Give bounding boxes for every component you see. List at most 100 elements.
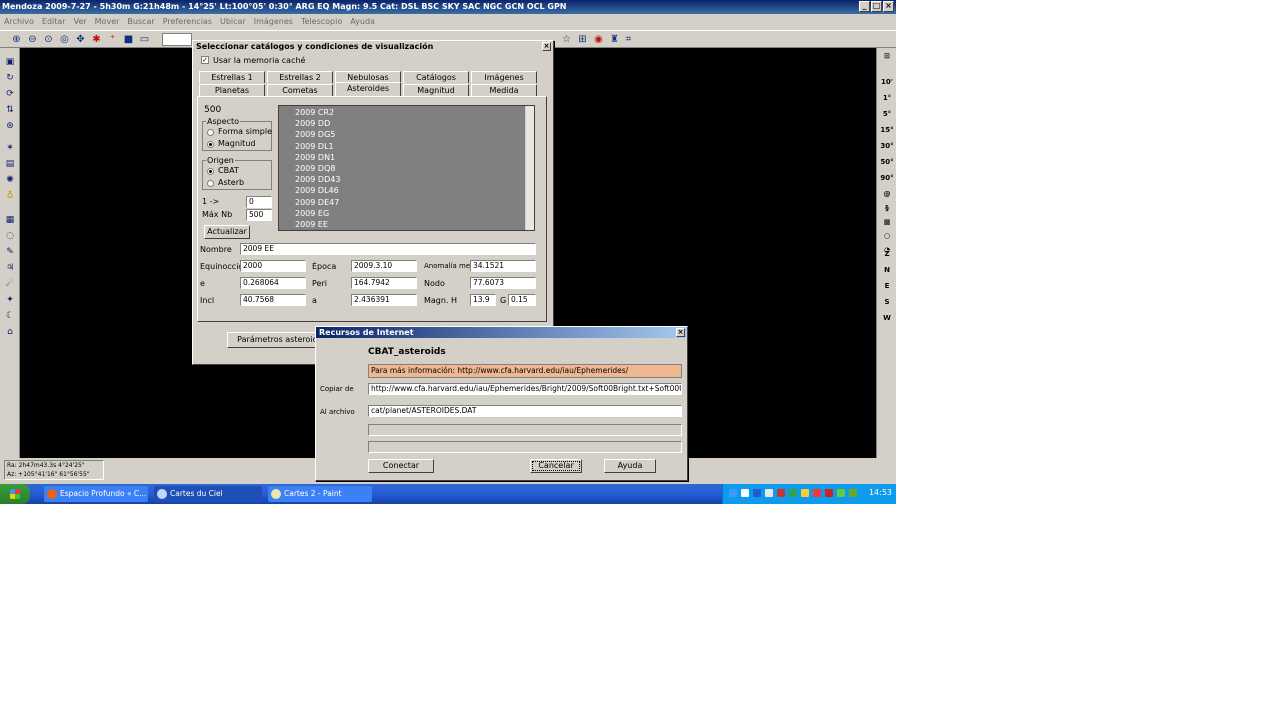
- e-input[interactable]: 0.268064: [240, 277, 306, 289]
- asteroid-list-item[interactable]: 2009 EG: [279, 208, 534, 219]
- aspect-simple-radio[interactable]: [207, 129, 214, 136]
- origin-cbat-radio[interactable]: [207, 168, 214, 175]
- menu-ubicar[interactable]: Ubicar: [220, 17, 246, 27]
- chart-icon[interactable]: ▣: [4, 56, 16, 68]
- tab-estrellas-1[interactable]: Estrellas 1: [199, 71, 265, 83]
- asteroid-list-item[interactable]: 2009 DL1: [279, 141, 534, 152]
- zoom-out-icon[interactable]: ⊖: [26, 33, 39, 46]
- close-button[interactable]: ×: [883, 1, 894, 12]
- task-espacio-profundo[interactable]: Espacio Profundo « C...: [44, 486, 148, 502]
- max-input[interactable]: 500: [246, 209, 272, 221]
- menu-editar[interactable]: Editar: [42, 17, 66, 27]
- cancel-button[interactable]: Cancelar: [530, 459, 582, 473]
- swirl-icon[interactable]: §: [877, 204, 896, 212]
- device-icon[interactable]: [765, 489, 773, 497]
- tab-magnitud[interactable]: Magnitud: [403, 84, 469, 96]
- equinox-input[interactable]: 2000: [240, 260, 306, 272]
- asteroid-list-item[interactable]: 2009 DN1: [279, 152, 534, 163]
- asteroid-list-scrollbar[interactable]: [525, 106, 534, 230]
- asteroid-list-item[interactable]: 2009 DD43: [279, 174, 534, 185]
- bulb-icon[interactable]: ♁: [4, 190, 16, 202]
- help-button[interactable]: Ayuda: [604, 459, 656, 473]
- minimize-button[interactable]: _: [859, 1, 870, 12]
- brush-icon[interactable]: ✎: [4, 246, 16, 258]
- asteroid-list-item[interactable]: 2009 DE47: [279, 197, 534, 208]
- asteroid-list-item[interactable]: 2009 DQ8: [279, 163, 534, 174]
- security-icon[interactable]: [813, 489, 821, 497]
- tab-cometas[interactable]: Cometas: [267, 84, 333, 96]
- constellation-icon[interactable]: ✶: [4, 142, 16, 154]
- menu-imagenes[interactable]: Imágenes: [254, 17, 293, 27]
- zoom-field-icon[interactable]: ⊙: [42, 33, 55, 46]
- comet-icon[interactable]: ☄: [4, 278, 16, 290]
- tab-medida[interactable]: Medida: [471, 84, 537, 96]
- nebula-icon[interactable]: ✺: [4, 174, 16, 186]
- moon-icon[interactable]: ☾: [4, 310, 16, 322]
- rotate-icon[interactable]: ↻: [4, 72, 16, 84]
- asteroid-list[interactable]: 2009 CR2 2009 DD 2009 DG5 2009 DL1 2009 DN1 2…: [278, 105, 535, 231]
- equatorial-icon[interactable]: ⊛: [4, 120, 16, 132]
- from-input[interactable]: 0: [246, 196, 272, 208]
- asteroid-list-item[interactable]: 2009 CR2: [279, 107, 534, 118]
- a-input[interactable]: 2.436391: [351, 294, 417, 306]
- catalog-close-button[interactable]: ×: [542, 42, 551, 51]
- task-cartes-du-ciel[interactable]: Cartes du Ciel: [154, 486, 262, 502]
- asteroid-list-item[interactable]: 2009 DL46: [279, 185, 534, 196]
- menu-telescopio[interactable]: Telescopio: [301, 17, 342, 27]
- name-input[interactable]: 2009 EE: [240, 243, 536, 255]
- page-icon[interactable]: ▭: [138, 33, 151, 46]
- calendar-icon[interactable]: ⌗: [622, 33, 635, 46]
- epoch-input[interactable]: 2009.3.10: [351, 260, 417, 272]
- connect-button[interactable]: Conectar: [368, 459, 434, 473]
- tab-asteroides[interactable]: Asteroides: [335, 82, 401, 96]
- anomaly-input[interactable]: 34.1521: [470, 260, 536, 272]
- grid-view-icon[interactable]: ▩: [877, 218, 896, 226]
- source-url-input[interactable]: http://www.cfa.harvard.edu/iau/Ephemerid…: [368, 383, 682, 395]
- task-paint[interactable]: Cartes 2 - Paint: [268, 486, 372, 502]
- grid-icon[interactable]: ⊞: [576, 33, 589, 46]
- asteroid-list-item[interactable]: 2009 EE: [279, 219, 534, 230]
- object-icon[interactable]: ✱: [90, 33, 103, 46]
- tab-estrellas-2[interactable]: Estrellas 2: [267, 71, 333, 83]
- fov-90deg[interactable]: 90°: [877, 174, 896, 182]
- asteroid-list-item[interactable]: 2009 DD: [279, 118, 534, 129]
- power-icon[interactable]: [801, 489, 809, 497]
- circle-icon[interactable]: ◌: [4, 230, 16, 242]
- tab-planetas[interactable]: Planetas: [199, 84, 265, 96]
- spiral-icon[interactable]: @: [877, 190, 896, 198]
- green-app-icon[interactable]: [837, 489, 845, 497]
- catalog-icon[interactable]: ▤: [4, 158, 16, 170]
- update-button[interactable]: Actualizar: [204, 225, 250, 239]
- fov-50deg[interactable]: 50°: [877, 158, 896, 166]
- messenger-icon[interactable]: [753, 489, 761, 497]
- menu-archivo[interactable]: Archivo: [4, 17, 34, 27]
- node-input[interactable]: 77.6073: [470, 277, 536, 289]
- magn-input[interactable]: 13.9: [470, 294, 496, 306]
- label-icon[interactable]: ⁺: [106, 33, 119, 46]
- memory-checkbox[interactable]: ✓: [201, 56, 209, 64]
- flip-icon[interactable]: ⇅: [4, 104, 16, 116]
- dir-north[interactable]: N: [877, 266, 896, 274]
- dir-west[interactable]: W: [877, 314, 896, 322]
- start-button[interactable]: [0, 484, 30, 504]
- g-input[interactable]: 0.15: [508, 294, 536, 306]
- dir-zenith[interactable]: Z: [877, 250, 896, 258]
- fov-1deg[interactable]: 1°: [877, 94, 896, 102]
- fov-30deg[interactable]: 30°: [877, 142, 896, 150]
- wifi-icon[interactable]: [849, 489, 857, 497]
- field-icon[interactable]: ⊡: [877, 52, 896, 60]
- horizon-icon[interactable]: ⌂: [4, 326, 16, 338]
- asteroid-icon[interactable]: ✦: [4, 294, 16, 306]
- sync-icon[interactable]: ⟳: [4, 88, 16, 100]
- menu-ver[interactable]: Ver: [74, 17, 87, 27]
- update-icon[interactable]: [789, 489, 797, 497]
- zoom-window-icon[interactable]: ◎: [58, 33, 71, 46]
- menu-buscar[interactable]: Buscar: [127, 17, 154, 27]
- zoom-in-icon[interactable]: ⊕: [10, 33, 23, 46]
- tab-catalogos[interactable]: Catálogos: [403, 71, 469, 83]
- fov-15deg[interactable]: 15°: [877, 126, 896, 134]
- table-icon[interactable]: ▦: [4, 214, 16, 226]
- internet-close-button[interactable]: ×: [676, 328, 685, 337]
- dir-east[interactable]: E: [877, 282, 896, 290]
- antivirus-icon[interactable]: [777, 489, 785, 497]
